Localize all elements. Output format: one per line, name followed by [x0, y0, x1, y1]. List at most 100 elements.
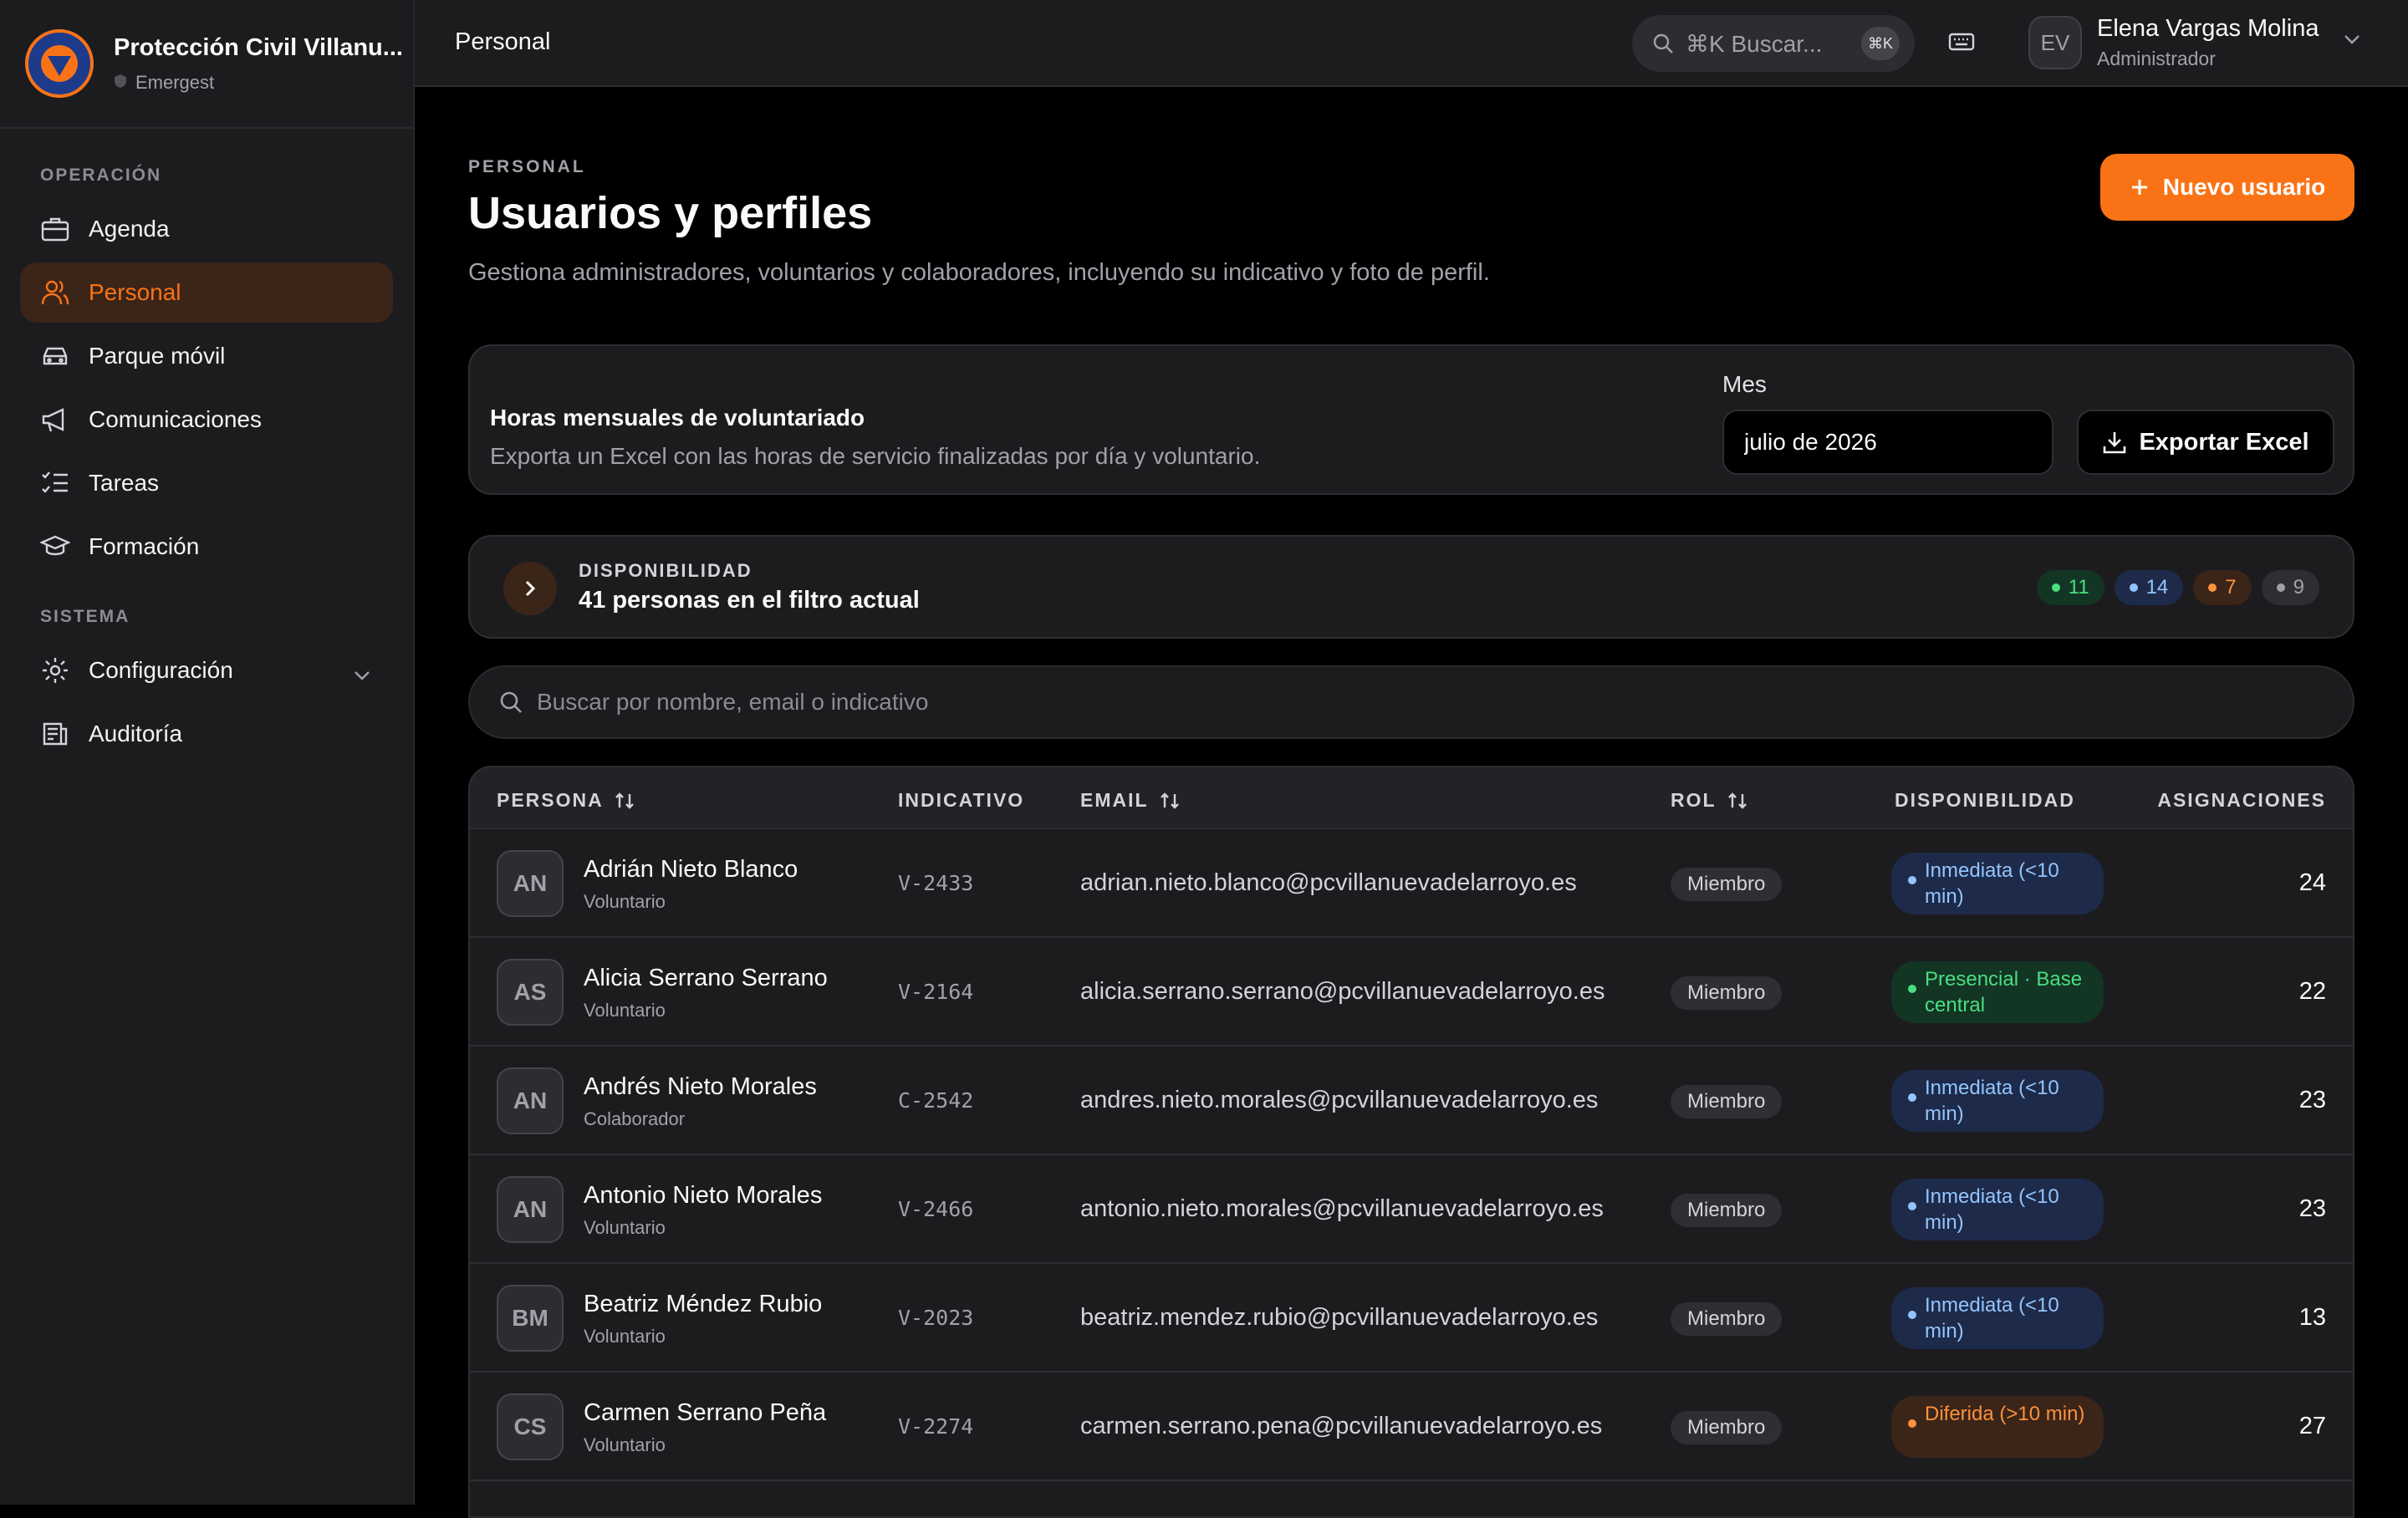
person-type: Voluntario — [584, 1000, 666, 1021]
user-menu[interactable]: EV Elena Vargas Molina Administrador — [2028, 15, 2319, 70]
email: andres.nieto.morales@pcvillanuevadelarro… — [1080, 1087, 1599, 1113]
role-badge: Miembro — [1671, 1085, 1783, 1118]
nav-section-sistema: SISTEMA — [40, 607, 130, 626]
assignments-count: 22 — [2298, 978, 2326, 1005]
table-row[interactable]: CS Carmen Serrano Peña Voluntario V-2274 car… — [470, 1373, 2353, 1481]
column-email[interactable]: EMAIL — [1080, 789, 1181, 812]
table-header: PERSONA INDICATIVO EMAIL ROL DISPONIBILI… — [470, 767, 2353, 829]
column-asignaciones: ASIGNACIONES — [2157, 789, 2326, 812]
sidebar-item-comunicaciones[interactable]: Comunicaciones — [20, 390, 393, 450]
column-label: INDICATIVO — [898, 789, 1025, 811]
sidebar-item-label: Comunicaciones — [89, 406, 262, 432]
person-name[interactable]: Andrés Nieto Morales — [584, 1073, 817, 1101]
column-label: ASIGNACIONES — [2157, 789, 2326, 811]
keyboard-shortcuts-button[interactable] — [1945, 27, 1978, 60]
availability-pill[interactable]: 7 — [2193, 570, 2252, 605]
availability-pill[interactable]: 9 — [2261, 570, 2319, 605]
table-row[interactable]: AS Alicia Serrano Serrano Voluntario V-2164… — [470, 938, 2353, 1047]
person-type: Voluntario — [584, 1434, 666, 1455]
avatar: AS — [497, 959, 564, 1026]
status-dot — [1908, 1093, 1916, 1102]
availability-pill[interactable]: 14 — [2114, 570, 2184, 605]
availability-badge: Inmediata (<10 min) — [1891, 1070, 2104, 1132]
gear-icon — [40, 655, 70, 685]
people-search-bar[interactable] — [468, 665, 2354, 739]
status-dot — [1908, 1311, 1916, 1319]
availability-pills: 11 14 7 9 — [2036, 570, 2319, 605]
status-dot — [2129, 583, 2138, 592]
chevron-right-icon — [523, 578, 537, 599]
sidebar-item-personal[interactable]: Personal — [20, 262, 393, 323]
sidebar-item-formacion[interactable]: Formación — [20, 517, 393, 577]
email: adrian.nieto.blanco@pcvillanuevadelarroy… — [1080, 869, 1577, 896]
sidebar-item-label: Auditoría — [89, 721, 183, 746]
availability-badge: Inmediata (<10 min) — [1891, 1287, 2104, 1349]
search-icon — [498, 690, 523, 715]
indicativo: V-2164 — [898, 980, 974, 1004]
column-rol[interactable]: ROL — [1671, 789, 1748, 812]
table-row[interactable]: AN Andrés Nieto Morales Colaborador C-2542 a… — [470, 1047, 2353, 1155]
chevron-down-icon[interactable] — [353, 660, 371, 687]
column-persona[interactable]: PERSONA — [497, 789, 635, 812]
briefcase-icon — [40, 214, 70, 244]
person-name[interactable]: Alicia Serrano Serrano — [584, 965, 828, 992]
sort-icon — [614, 791, 635, 811]
email: carmen.serrano.pena@pcvillanuevadelarroy… — [1080, 1413, 1603, 1439]
avatar: BM — [497, 1285, 564, 1352]
assignments-count: 27 — [2298, 1413, 2326, 1439]
indicativo: V-2023 — [898, 1306, 974, 1330]
person-name[interactable]: Beatriz Méndez Rubio — [584, 1291, 822, 1318]
export-excel-button[interactable]: Exportar Excel — [2077, 410, 2334, 475]
availability-pill[interactable]: 11 — [2036, 570, 2104, 605]
column-label: DISPONIBILIDAD — [1895, 789, 2075, 811]
user-name: Elena Vargas Molina — [2097, 15, 2319, 42]
graduation-cap-icon — [40, 532, 70, 562]
page-title: Usuarios y perfiles — [468, 188, 873, 238]
person-name[interactable]: Adrián Nieto Blanco — [584, 856, 798, 884]
chevron-down-icon[interactable] — [2343, 33, 2361, 49]
status-dot — [2208, 583, 2217, 592]
people-search-input[interactable] — [537, 689, 2042, 716]
email: alicia.serrano.serrano@pcvillanuevadelar… — [1080, 978, 1605, 1005]
nav-section-operacion: OPERACIÓN — [40, 166, 162, 185]
table-row[interactable]: BM Beatriz Méndez Rubio Voluntario V-2023 be… — [470, 1264, 2353, 1373]
sidebar-item-configuracion[interactable]: Configuración — [20, 640, 393, 700]
avatar: AN — [497, 1176, 564, 1243]
indicativo: V-2466 — [898, 1197, 974, 1221]
sidebar-item-label: Tareas — [89, 470, 160, 496]
sidebar: Protección Civil Villanu... Emergest OPE… — [0, 0, 415, 1505]
status-dot — [1908, 1419, 1916, 1428]
sidebar-item-label: Formación — [89, 533, 200, 559]
column-label: ROL — [1671, 789, 1717, 811]
users-icon — [40, 278, 70, 308]
table-row[interactable]: AN Adrián Nieto Blanco Voluntario V-2433 adr… — [470, 829, 2353, 938]
megaphone-icon — [40, 405, 70, 435]
month-field[interactable] — [1722, 410, 2053, 475]
search-icon — [1652, 33, 1674, 54]
expand-availability-button[interactable] — [503, 562, 557, 615]
availability-badge: Inmediata (<10 min) — [1891, 1179, 2104, 1240]
users-table: PERSONA INDICATIVO EMAIL ROL DISPONIBILI… — [468, 766, 2354, 1518]
pill-count: 9 — [2293, 576, 2304, 599]
brand-title: Protección Civil Villanu... — [114, 33, 403, 61]
avatar: CS — [497, 1393, 564, 1460]
column-indicativo: INDICATIVO — [898, 789, 1024, 812]
download-icon — [2102, 430, 2127, 455]
table-body: AN Adrián Nieto Blanco Voluntario V-2433 adr… — [470, 829, 2353, 1481]
assignments-count: 24 — [2298, 869, 2326, 896]
sidebar-item-parque-movil[interactable]: Parque móvil — [20, 326, 393, 386]
command-search-button[interactable]: ⌘K Buscar... ⌘K — [1632, 15, 1915, 72]
brand-subtitle: Emergest — [135, 71, 215, 93]
person-name[interactable]: Antonio Nieto Morales — [584, 1182, 822, 1210]
new-user-button-label: Nuevo usuario — [2162, 174, 2326, 200]
new-user-button[interactable]: Nuevo usuario — [2100, 154, 2354, 221]
sidebar-item-agenda[interactable]: Agenda — [20, 199, 393, 259]
column-label: EMAIL — [1080, 789, 1149, 811]
table-row[interactable]: AN Antonio Nieto Morales Voluntario V-2466 a… — [470, 1155, 2353, 1264]
audit-log-icon — [40, 719, 70, 749]
sidebar-item-auditoria[interactable]: Auditoría — [20, 704, 393, 764]
person-name[interactable]: Carmen Serrano Peña — [584, 1399, 826, 1427]
brand-header[interactable]: Protección Civil Villanu... Emergest — [0, 0, 413, 129]
sidebar-item-tareas[interactable]: Tareas — [20, 453, 393, 513]
plus-icon — [2130, 177, 2150, 197]
